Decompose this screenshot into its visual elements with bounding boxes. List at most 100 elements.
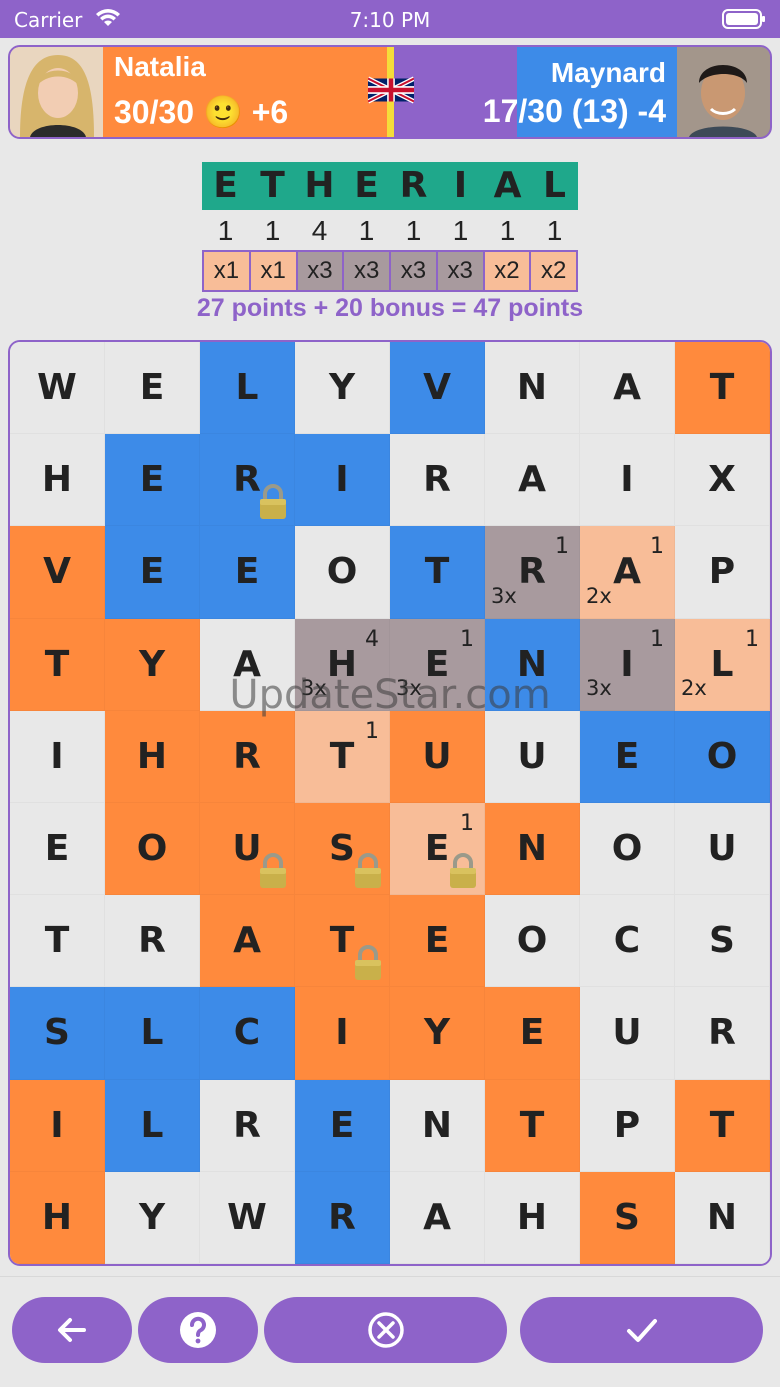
board-tile[interactable]: R bbox=[295, 1171, 390, 1264]
board-tile[interactable]: U bbox=[675, 803, 770, 896]
board-tile[interactable]: A bbox=[390, 1171, 485, 1264]
tile-letter: A bbox=[423, 1196, 451, 1238]
board-tile[interactable]: O bbox=[105, 803, 200, 896]
board-tile[interactable]: R bbox=[200, 710, 295, 803]
board-tile[interactable]: S bbox=[580, 1171, 675, 1264]
board-tile[interactable]: P bbox=[675, 526, 770, 619]
avatar[interactable] bbox=[677, 47, 770, 137]
board-tile[interactable]: T1 bbox=[295, 710, 390, 803]
board-tile[interactable]: T bbox=[485, 1079, 580, 1172]
board-tile[interactable]: T bbox=[675, 1079, 770, 1172]
word-letter: I bbox=[453, 165, 468, 206]
help-button[interactable] bbox=[138, 1297, 258, 1363]
board-tile[interactable]: N bbox=[485, 342, 580, 435]
board-tile[interactable]: Y bbox=[105, 1171, 200, 1264]
board-tile[interactable]: T bbox=[295, 895, 390, 988]
board-tile[interactable]: R bbox=[105, 895, 200, 988]
board-tile[interactable]: Y bbox=[295, 342, 390, 435]
board-tile[interactable]: V bbox=[10, 526, 105, 619]
board-tile[interactable]: E bbox=[485, 987, 580, 1080]
board-tile[interactable]: E bbox=[580, 710, 675, 803]
board-tile[interactable]: S bbox=[295, 803, 390, 896]
tile-letter: R bbox=[423, 459, 451, 501]
board-tile[interactable]: S bbox=[675, 895, 770, 988]
board-tile[interactable]: O bbox=[485, 895, 580, 988]
board-tile[interactable]: A bbox=[580, 342, 675, 435]
tile-letter: E bbox=[139, 459, 165, 501]
board-tile[interactable]: A bbox=[200, 895, 295, 988]
board-tile[interactable]: I bbox=[295, 434, 390, 527]
board-tile[interactable]: Y bbox=[390, 987, 485, 1080]
player-right-score: 17/30 (13) -4 bbox=[482, 93, 666, 129]
board-tile[interactable]: P bbox=[580, 1079, 675, 1172]
avatar[interactable] bbox=[10, 47, 103, 137]
letter-multiplier: x1 bbox=[250, 252, 298, 290]
board-tile[interactable]: L bbox=[105, 1079, 200, 1172]
player-right-avatar-icon bbox=[677, 47, 770, 137]
tile-letter: O bbox=[326, 551, 358, 593]
tile-letter: U bbox=[612, 1012, 642, 1054]
tile-points: 4 bbox=[365, 626, 379, 652]
divider bbox=[0, 1276, 780, 1277]
board-tile[interactable]: C bbox=[200, 987, 295, 1080]
board-tile[interactable]: S bbox=[10, 987, 105, 1080]
board-tile[interactable]: I bbox=[10, 1079, 105, 1172]
board-tile[interactable]: E bbox=[390, 895, 485, 988]
board-tile[interactable]: L bbox=[200, 342, 295, 435]
board-tile[interactable]: O bbox=[295, 526, 390, 619]
board-tile[interactable]: O bbox=[675, 710, 770, 803]
board-tile[interactable]: T bbox=[675, 342, 770, 435]
board-tile[interactable]: R bbox=[390, 434, 485, 527]
tile-letter: E bbox=[519, 1012, 545, 1054]
board-tile[interactable]: W bbox=[200, 1171, 295, 1264]
board-tile[interactable]: E1 bbox=[390, 803, 485, 896]
battery-icon bbox=[722, 9, 765, 29]
board-tile[interactable]: R bbox=[200, 1079, 295, 1172]
board-tile[interactable]: R bbox=[675, 987, 770, 1080]
board-tile[interactable]: U bbox=[200, 803, 295, 896]
board-tile[interactable]: I bbox=[10, 710, 105, 803]
clear-button[interactable] bbox=[264, 1297, 507, 1363]
board-tile[interactable]: I bbox=[295, 987, 390, 1080]
board-tile[interactable]: E bbox=[200, 526, 295, 619]
player-left-avatar-icon bbox=[10, 47, 103, 137]
board-tile[interactable]: O bbox=[580, 803, 675, 896]
board-tile[interactable]: E bbox=[10, 803, 105, 896]
board-tile[interactable]: X bbox=[675, 434, 770, 527]
board-tile[interactable]: U bbox=[580, 987, 675, 1080]
board-tile[interactable]: T bbox=[390, 526, 485, 619]
board-tile[interactable]: H bbox=[105, 710, 200, 803]
player-right-name: Maynard bbox=[550, 57, 666, 88]
board-tile[interactable]: E bbox=[105, 526, 200, 619]
board-tile[interactable]: A bbox=[485, 434, 580, 527]
board-tile[interactable]: U bbox=[390, 710, 485, 803]
board-tile[interactable]: N bbox=[675, 1171, 770, 1264]
tile-letter: U bbox=[517, 735, 547, 777]
board-tile[interactable]: N bbox=[485, 803, 580, 896]
board-tile[interactable]: E bbox=[105, 342, 200, 435]
board-tile[interactable]: V bbox=[390, 342, 485, 435]
uk-flag-icon[interactable] bbox=[368, 75, 414, 105]
tile-letter: H bbox=[136, 735, 168, 777]
board-tile[interactable]: T bbox=[10, 895, 105, 988]
board-tile[interactable]: E bbox=[105, 434, 200, 527]
current-word: E T H E R I A L bbox=[202, 162, 578, 210]
lock-icon bbox=[353, 945, 383, 981]
back-button[interactable] bbox=[12, 1297, 132, 1363]
board-tile[interactable]: H bbox=[10, 1171, 105, 1264]
board-tile[interactable]: H bbox=[485, 1171, 580, 1264]
board-tile[interactable]: R 1 3x bbox=[485, 526, 580, 619]
submit-button[interactable] bbox=[520, 1297, 763, 1363]
board-tile[interactable]: A 1 2x bbox=[580, 526, 675, 619]
board-tile[interactable]: I bbox=[580, 434, 675, 527]
board-tile[interactable]: L bbox=[105, 987, 200, 1080]
tile-letter: V bbox=[423, 367, 451, 409]
board-tile[interactable]: E bbox=[295, 1079, 390, 1172]
board-tile[interactable]: U bbox=[485, 710, 580, 803]
board-tile[interactable]: W bbox=[10, 342, 105, 435]
board-tile[interactable]: H bbox=[10, 434, 105, 527]
tile-multiplier: 3x bbox=[491, 583, 517, 608]
board-tile[interactable]: R bbox=[200, 434, 295, 527]
board-tile[interactable]: N bbox=[390, 1079, 485, 1172]
board-tile[interactable]: C bbox=[580, 895, 675, 988]
